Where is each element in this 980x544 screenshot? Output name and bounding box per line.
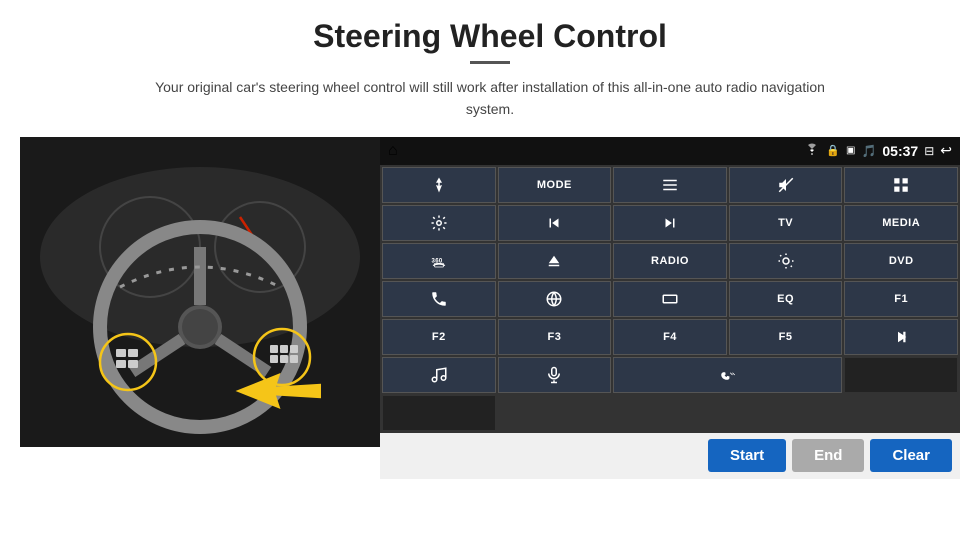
- control-panel: ⌂ 🔒 ▣ 🎵 05:37 ⊟ ↩: [380, 137, 960, 479]
- empty-btn-2: [382, 395, 496, 431]
- tv-button[interactable]: TV: [729, 205, 843, 241]
- mute-button[interactable]: [729, 167, 843, 203]
- eq-button[interactable]: EQ: [729, 281, 843, 317]
- eject-button[interactable]: [498, 243, 612, 279]
- end-button[interactable]: End: [792, 439, 864, 472]
- phone-button[interactable]: [382, 281, 496, 317]
- page-subtitle: Your original car's steering wheel contr…: [140, 76, 840, 121]
- screen-icon: ⊟: [924, 144, 934, 158]
- radio-button[interactable]: RADIO: [613, 243, 727, 279]
- status-bar: ⌂ 🔒 ▣ 🎵 05:37 ⊟ ↩: [380, 137, 960, 165]
- next-button[interactable]: [613, 205, 727, 241]
- browser-button[interactable]: [498, 281, 612, 317]
- button-grid: MODE TV: [380, 165, 960, 433]
- prev-button[interactable]: [498, 205, 612, 241]
- f4-button[interactable]: F4: [613, 319, 727, 355]
- start-button[interactable]: Start: [708, 439, 786, 472]
- sim-icon: ▣: [846, 145, 855, 156]
- page-title: Steering Wheel Control: [313, 18, 667, 55]
- bottom-bar: Start End Clear: [380, 433, 960, 479]
- music-button[interactable]: [382, 357, 496, 393]
- page-container: Steering Wheel Control Your original car…: [0, 0, 980, 544]
- mode-button[interactable]: MODE: [498, 167, 612, 203]
- mic-button[interactable]: [498, 357, 612, 393]
- rect-button[interactable]: [613, 281, 727, 317]
- f5-button[interactable]: F5: [729, 319, 843, 355]
- 360-button[interactable]: 360: [382, 243, 496, 279]
- content-row: ⌂ 🔒 ▣ 🎵 05:37 ⊟ ↩: [20, 137, 960, 479]
- title-divider: [470, 61, 510, 64]
- list-button[interactable]: [613, 167, 727, 203]
- steering-wheel-image: [20, 137, 380, 447]
- apps-button[interactable]: [844, 167, 958, 203]
- bluetooth-icon: 🎵: [861, 144, 876, 158]
- dvd-button[interactable]: DVD: [844, 243, 958, 279]
- f1-button[interactable]: F1: [844, 281, 958, 317]
- wifi-icon: [804, 143, 820, 158]
- media-button[interactable]: MEDIA: [844, 205, 958, 241]
- f2-button[interactable]: F2: [382, 319, 496, 355]
- empty-btn-1: [844, 357, 958, 393]
- brightness-button[interactable]: [729, 243, 843, 279]
- call-button[interactable]: [613, 357, 842, 393]
- lock-icon: 🔒: [826, 144, 840, 157]
- f3-button[interactable]: F3: [498, 319, 612, 355]
- playpause-button[interactable]: [844, 319, 958, 355]
- home-icon[interactable]: ⌂: [388, 142, 398, 160]
- settings-button[interactable]: [382, 205, 496, 241]
- clear-button[interactable]: Clear: [870, 439, 952, 472]
- back-icon[interactable]: ↩: [940, 142, 952, 159]
- status-time: 05:37: [882, 143, 918, 159]
- nav-button[interactable]: [382, 167, 496, 203]
